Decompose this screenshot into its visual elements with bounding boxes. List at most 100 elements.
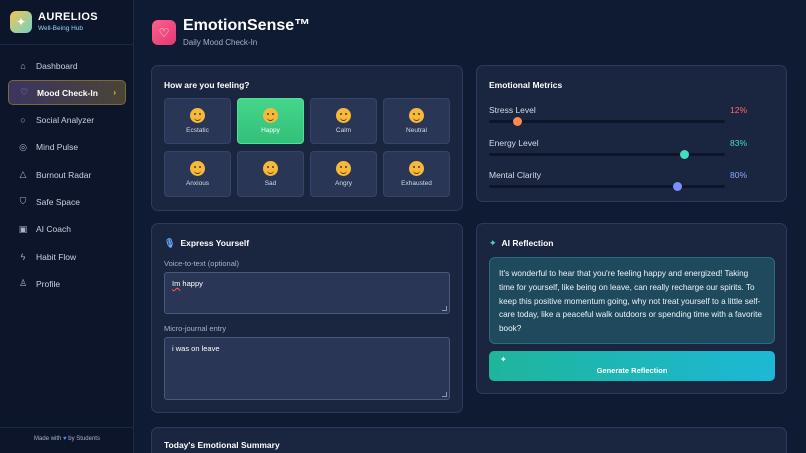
mood-label: Sad [264,180,277,187]
express-title-text: Express Yourself [180,238,250,248]
resize-handle-icon[interactable] [442,306,447,311]
footer-divider [0,427,134,428]
sidebar-item-label: Dashboard [36,60,78,71]
mood-option-calm[interactable]: Calm [310,98,377,144]
footer-prefix: Made with [34,436,62,442]
metric-clarity: Mental Clarity 80% [489,170,747,191]
mood-label: Calm [335,127,352,134]
metric-label: Energy Level [489,138,539,148]
mood-option-happy[interactable]: Happy [237,98,304,144]
metric-energy: Energy Level 83% [489,138,747,159]
page-subtitle: Daily Mood Check-In [183,38,258,47]
metric-stress: Stress Level 12% [489,105,747,126]
metric-knob[interactable] [673,182,683,191]
user-icon: ♙ [18,278,28,289]
metric-track [489,150,725,159]
sleepy-emoji-icon [409,161,424,176]
heart-icon: ♥ [63,436,67,442]
mood-label: Angry [335,180,352,187]
footer-suffix: by Students [68,436,100,442]
page-title: EmotionSense™ [183,17,311,34]
metric-value: 83% [729,138,747,148]
metric-knob[interactable] [680,150,690,159]
sidebar-item-mind-pulse[interactable]: ◎ Mind Pulse [8,135,126,160]
sidebar-item-profile[interactable]: ♙ Profile [8,271,126,296]
sparkle-icon: ✦ [500,355,507,364]
mood-option-sad[interactable]: Sad [237,151,304,197]
shield-icon: ⛉ [19,196,27,207]
brand[interactable]: ✦ AURELIOS Well-Being Hub [10,11,98,33]
micro-journal-input[interactable]: i was on leave [164,337,450,400]
sparkle-icon: ✦ [10,11,32,33]
sidebar-footer: Made with ♥ by Students [0,436,134,442]
sidebar-item-social-analyzer[interactable]: ○ Social Analyzer [8,108,126,133]
brand-name: AURELIOS [38,11,99,23]
sidebar-item-label: Mood Check-In [37,87,98,98]
mood-label: Happy [261,127,280,134]
sidebar: ✦ AURELIOS Well-Being Hub ⌂ Dashboard ♡ … [0,0,134,453]
generate-reflection-button[interactable]: ✦ Generate Reflection [489,351,775,381]
smiling-emoji-icon [263,108,278,123]
sidebar-item-label: Mind Pulse [36,142,79,153]
sidebar-item-mood-check-in[interactable]: ♡ Mood Check-In › [8,80,126,106]
heart-icon: ♡ [152,20,176,45]
metric-track [489,117,725,126]
voice-to-text-input[interactable]: Im happy [164,272,450,314]
warning-icon: △ [19,169,27,180]
relieved-emoji-icon [336,108,351,123]
sidebar-item-label: Profile [36,278,61,289]
brand-divider [0,44,134,45]
sidebar-item-label: Burnout Radar [36,169,92,180]
metric-label: Mental Clarity [489,170,541,180]
mood-option-exhausted[interactable]: Exhausted [383,151,450,197]
sidebar-item-label: Habit Flow [36,251,77,262]
sidebar-item-burnout-radar[interactable]: △ Burnout Radar [8,162,126,187]
lightning-icon: ϟ [20,251,26,262]
metric-label: Stress Level [489,105,536,115]
journal-text: i was on leave [172,344,220,353]
brand-subtitle: Well-Being Hub [38,25,84,32]
sidebar-item-habit-flow[interactable]: ϟ Habit Flow [8,244,126,269]
generate-reflection-label: Generate Reflection [596,366,668,375]
metric-track [489,182,725,191]
reflection-card: ✦ AI Reflection It's wonderful to hear th… [476,223,787,394]
reflection-card-title: ✦ AI Reflection [489,238,554,249]
metric-knob[interactable] [512,117,522,126]
metric-value: 80% [729,170,747,180]
pulse-icon: ◎ [19,141,27,152]
express-card-title: 🎙 Express Yourself [164,238,249,249]
reflection-text: It's wonderful to hear that you're feeli… [489,257,775,344]
mood-option-neutral[interactable]: Neutral [383,98,450,144]
metrics-card-title: Emotional Metrics [489,80,563,90]
sidebar-item-label: AI Coach [36,224,71,235]
mood-label: Neutral [406,127,427,134]
mood-label: Anxious [185,180,210,187]
mood-card: How are you feeling? Ecstatic Happy Calm… [151,65,463,211]
fearful-emoji-icon [190,161,205,176]
metrics-card: Emotional Metrics Stress Level 12% Energ… [476,65,787,202]
mood-option-ecstatic[interactable]: Ecstatic [164,98,231,144]
resize-handle-icon[interactable] [442,392,447,397]
mood-option-anxious[interactable]: Anxious [164,151,231,197]
mood-option-angry[interactable]: Angry [310,151,377,197]
chevron-right-icon: › [113,88,116,98]
summary-card: Today's Emotional Summary [151,427,787,453]
reflection-title-text: AI Reflection [501,238,554,248]
star-eyes-emoji-icon [190,108,205,123]
sidebar-nav: ⌂ Dashboard ♡ Mood Check-In › ○ Social A… [8,53,126,299]
voice-label: Voice-to-text (optional) [164,259,240,268]
mood-card-title: How are you feeling? [164,80,250,90]
robot-icon: ▣ [18,223,28,234]
journal-label: Micro-journal entry [164,324,227,333]
microphone-icon: 🎙 [164,238,176,248]
neutral-emoji-icon [409,108,424,123]
sidebar-item-dashboard[interactable]: ⌂ Dashboard [8,53,126,78]
heart-icon: ♡ [19,87,29,98]
sad-emoji-icon [263,161,278,176]
sidebar-item-label: Social Analyzer [36,115,95,126]
metric-value: 12% [729,105,747,115]
sidebar-item-safe-space[interactable]: ⛉ Safe Space [8,189,126,214]
sidebar-item-ai-coach[interactable]: ▣ AI Coach [8,217,126,242]
chat-bubble-icon: ○ [20,115,26,126]
express-card: 🎙 Express Yourself Voice-to-text (optiona… [151,223,463,413]
